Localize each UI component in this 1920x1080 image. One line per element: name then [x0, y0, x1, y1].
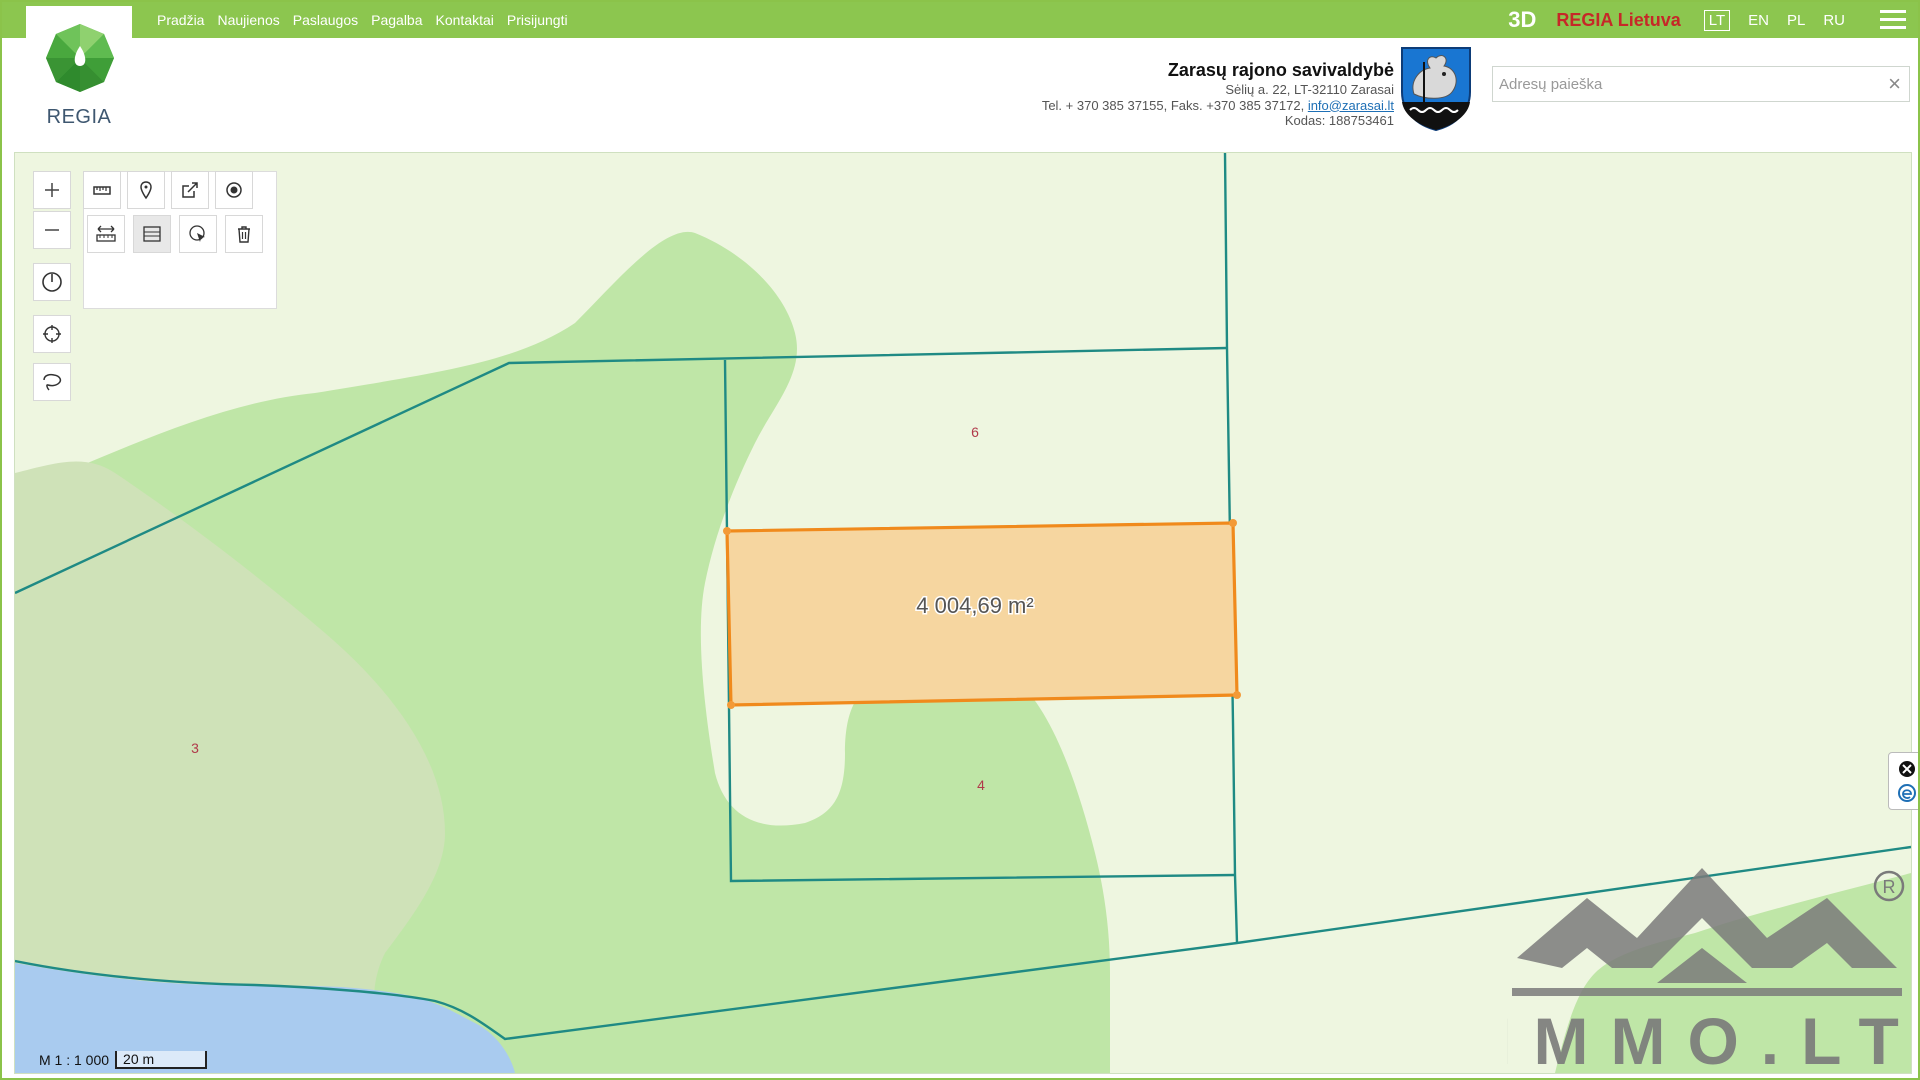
plus-icon — [45, 183, 59, 197]
regia-logo-text: REGIA — [46, 106, 112, 128]
regia-logo[interactable]: REGIA — [26, 6, 132, 134]
3d-button[interactable]: 3D — [1508, 7, 1536, 33]
plot-number-label-south: 4 — [977, 777, 985, 793]
nav-item-pagalba[interactable]: Pagalba — [371, 12, 422, 28]
clock-icon — [42, 272, 62, 292]
municipality-name: Zarasų rajono savivaldybė — [1167, 60, 1394, 80]
minus-icon — [45, 229, 59, 231]
lang-lt[interactable]: LT — [1703, 9, 1731, 31]
selection-vertex-ne[interactable] — [1229, 519, 1237, 527]
app-window: Pradžia Naujienos Paslaugos Pagalba Kont… — [0, 0, 1920, 1080]
delete-button[interactable] — [225, 215, 263, 253]
plot-number-label-west: 3 — [191, 740, 199, 756]
measure-distance-icon — [96, 225, 116, 242]
lasso-icon — [43, 373, 62, 391]
share-icon — [182, 182, 198, 198]
measure-length-button[interactable] — [83, 171, 121, 209]
plot-number-label-north: 6 — [971, 424, 979, 440]
map-pin-icon — [140, 181, 152, 200]
municipality-address: Sėlių a. 22, LT-32110 Zarasai — [1225, 82, 1394, 97]
ruler-icon — [93, 186, 111, 195]
crosshair-icon — [43, 325, 61, 343]
regia-lietuva-link[interactable]: REGIA Lietuva — [1556, 10, 1680, 31]
selection-vertex-nw[interactable] — [723, 527, 731, 535]
selected-area-label: 4 004,69 m² — [916, 593, 1033, 618]
locate-button[interactable] — [33, 315, 71, 353]
main-navigation: Pradžia Naujienos Paslaugos Pagalba Kont… — [157, 2, 568, 38]
lang-pl[interactable]: PL — [1787, 12, 1805, 29]
history-button[interactable] — [33, 263, 71, 301]
immo-watermark: IMMO.LT R — [1507, 868, 1917, 1078]
municipality-info: Zarasų rajono savivaldybė Sėlių a. 22, L… — [1042, 58, 1394, 129]
trash-icon — [238, 226, 250, 243]
nav-item-kontaktai[interactable]: Kontaktai — [436, 12, 494, 28]
selection-vertex-sw[interactable] — [727, 701, 735, 709]
nav-item-paslaugos[interactable]: Paslaugos — [293, 12, 358, 28]
measure-distance-button[interactable] — [87, 215, 125, 253]
municipality-contacts: Tel. + 370 385 37155, Faks. +370 385 371… — [1042, 98, 1394, 114]
record-button[interactable] — [215, 171, 253, 209]
municipality-code: Kodas: 188753461 — [1284, 113, 1394, 128]
municipality-crest-icon — [1401, 47, 1471, 132]
zoom-in-button[interactable] — [33, 171, 71, 209]
hamburger-menu-icon[interactable] — [1880, 10, 1906, 30]
target-icon — [226, 182, 242, 198]
selection-vertex-se[interactable] — [1233, 691, 1241, 699]
regia-logo-icon — [46, 24, 114, 92]
marker-button[interactable] — [127, 171, 165, 209]
map-scale: M 1 : 1 000 20 m — [33, 1051, 208, 1069]
share-button[interactable] — [171, 171, 209, 209]
lang-en[interactable]: EN — [1748, 12, 1769, 29]
registered-mark-letter: R — [1883, 877, 1896, 897]
lasso-select-button[interactable] — [33, 363, 71, 401]
cursor-select-icon — [189, 225, 205, 242]
measure-area-button[interactable] — [133, 215, 171, 253]
top-bar: Pradžia Naujienos Paslaugos Pagalba Kont… — [2, 2, 1918, 38]
lang-ru[interactable]: RU — [1823, 12, 1845, 29]
municipality-email-link[interactable]: info@zarasai.lt — [1308, 98, 1394, 113]
address-search-input[interactable] — [1493, 67, 1871, 101]
header-right-controls: 3D REGIA Lietuva LT EN PL RU — [1508, 2, 1906, 38]
nav-item-prisijungti[interactable]: Prisijungti — [507, 12, 568, 28]
side-widget-icons — [1898, 761, 1916, 802]
address-search: × — [1492, 66, 1910, 102]
nav-item-naujienos[interactable]: Naujienos — [217, 12, 279, 28]
measure-area-icon — [143, 226, 161, 242]
scale-bar: 20 m — [115, 1051, 208, 1069]
watermark-text: IMMO.LT — [1507, 1004, 1917, 1078]
zoom-out-button[interactable] — [33, 211, 71, 249]
side-widget — [1888, 752, 1918, 810]
nav-item-pradzia[interactable]: Pradžia — [157, 12, 204, 28]
clear-search-close-icon[interactable]: × — [1888, 71, 1901, 97]
scale-ratio: M 1 : 1 000 — [39, 1052, 110, 1068]
select-feature-button[interactable] — [179, 215, 217, 253]
municipality-phone: Tel. + 370 385 37155, Faks. +370 385 371… — [1041, 97, 1305, 113]
watermark-small-roof-icon — [1657, 948, 1747, 983]
watermark-ground-line — [1512, 988, 1902, 996]
